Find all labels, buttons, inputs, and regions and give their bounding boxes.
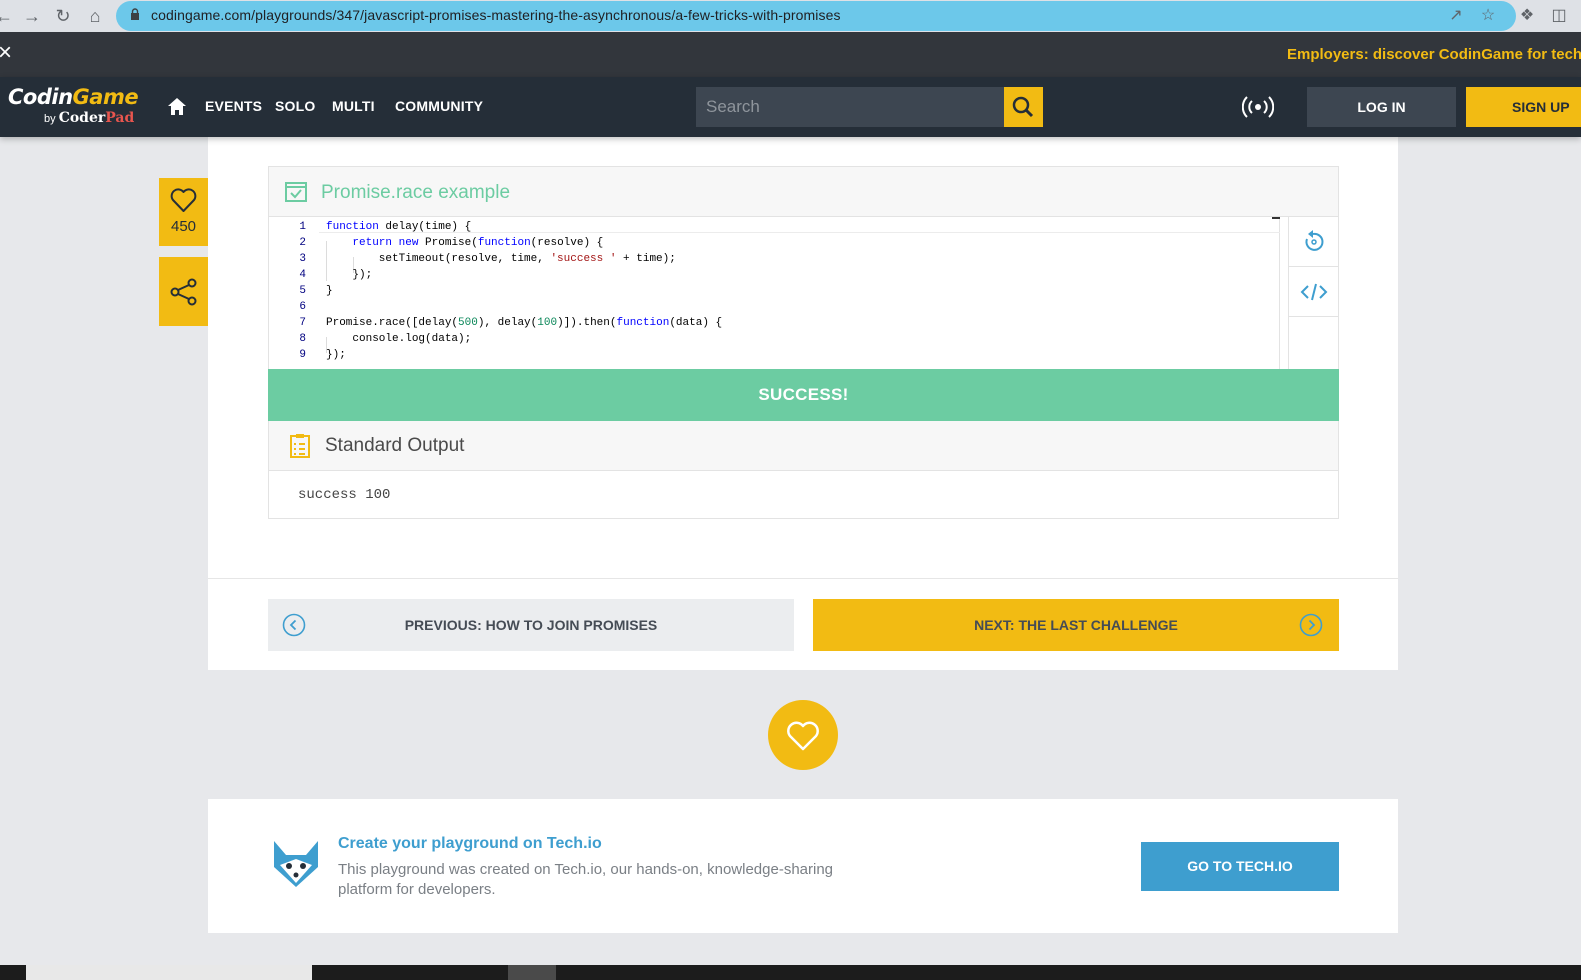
code-editor[interactable]: 1 function delay(time) { 2 return new Pro… (269, 217, 1280, 369)
share-button[interactable] (159, 257, 208, 326)
logo-game: Game (72, 85, 139, 109)
code-line-2: 2 return new Promise(function(resolve) { (269, 235, 603, 251)
taskbar-item[interactable] (26, 965, 312, 980)
heart-icon (170, 188, 197, 212)
checkbox-icon (285, 182, 307, 202)
os-taskbar (0, 965, 1581, 980)
go-to-techio-button[interactable]: GO TO TECH.IO (1141, 842, 1339, 891)
stdout-text: success 100 (298, 487, 391, 503)
code-text: setTimeout(resolve, time, 'success ' + t… (326, 253, 676, 265)
browser-toolbar: ← → ↻ ⌂ codingame.com/playgrounds/347/ja… (0, 0, 1581, 32)
stdout-title: Standard Output (325, 435, 465, 456)
editor-scroll-marker (1272, 217, 1280, 219)
nav-multi[interactable]: MULTI (332, 98, 375, 114)
code-line-8: 8 console.log(data); (269, 331, 471, 347)
main-navbar: CodinGame by CoderPad EVENTS SOLO MULTI … (0, 77, 1581, 137)
back-arrow-icon[interactable]: ← (0, 4, 16, 28)
code-text: function delay(time) { (326, 221, 472, 233)
forward-arrow-icon[interactable]: → (20, 4, 44, 28)
nav-community[interactable]: COMMUNITY (395, 98, 483, 114)
code-line-3: 3 setTimeout(resolve, time, 'success ' +… (269, 251, 675, 267)
chevron-right-icon (1299, 613, 1323, 637)
line-number: 2 (299, 237, 306, 249)
code-text: Promise.race([delay(500), delay(100)]).t… (326, 317, 723, 329)
line-number: 1 (299, 221, 306, 233)
line-number: 8 (299, 333, 306, 345)
search-input[interactable]: Search (696, 87, 1004, 127)
lock-icon (131, 8, 139, 20)
code-text: }); (326, 349, 346, 361)
like-button[interactable]: 450 (159, 178, 208, 246)
code-text: } (326, 285, 333, 297)
like-count: 450 (170, 218, 197, 235)
signup-button[interactable]: SIGN UP (1466, 87, 1581, 127)
chevron-left-icon (282, 613, 306, 637)
techio-promo: Create your playground on Tech.io This p… (208, 799, 1398, 933)
code-line-6: 6 (269, 299, 306, 315)
reset-icon (1305, 230, 1324, 251)
techio-title[interactable]: Create your playground on Tech.io (338, 835, 602, 853)
live-broadcast-icon[interactable] (1242, 95, 1274, 119)
heart-icon (787, 721, 819, 751)
like-playground-button[interactable] (768, 700, 838, 770)
code-text: }); (326, 269, 373, 281)
announcement-bar: × Employers: discover CodinGame for tech… (0, 32, 1581, 77)
logo-coder: Coder (58, 110, 106, 126)
line-number: 5 (299, 285, 306, 297)
reset-code-button[interactable] (1289, 217, 1339, 267)
view-source-button[interactable] (1289, 267, 1339, 317)
code-text: console.log(data); (326, 333, 472, 345)
previous-page-button[interactable]: PREVIOUS: HOW TO JOIN PROMISES (268, 599, 794, 651)
next-page-button[interactable]: NEXT: THE LAST CHALLENGE (813, 599, 1339, 651)
nav-events[interactable]: EVENTS (205, 98, 262, 114)
divider (208, 578, 1398, 579)
clipboard-icon (290, 434, 310, 458)
line-number: 7 (299, 317, 306, 329)
code-icon (1300, 283, 1328, 301)
close-icon[interactable]: × (0, 41, 12, 65)
share-page-icon[interactable]: ↗ (1445, 5, 1467, 27)
code-line-9: 9}); (269, 347, 345, 363)
home-nav-icon[interactable] (166, 96, 188, 118)
logo-by: by (44, 113, 59, 125)
url-text: codingame.com/playgrounds/347/javascript… (151, 7, 841, 23)
code-line-7: 7 Promise.race([delay(500), delay(100)]).… (269, 315, 722, 331)
stdout-header: Standard Output (269, 421, 1338, 471)
home-icon[interactable]: ⌂ (83, 4, 107, 28)
nav-solo[interactable]: SOLO (275, 98, 315, 114)
widget-header: Promise.race example (269, 167, 1338, 217)
editor-tools (1288, 217, 1339, 369)
run-result-banner: SUCCESS! (268, 369, 1339, 421)
code-line-5: 5} (269, 283, 332, 299)
employers-link[interactable]: Employers: discover CodinGame for tech h… (1287, 46, 1581, 63)
code-text: return new Promise(function(resolve) { (352, 237, 604, 249)
widget-title: Promise.race example (321, 182, 511, 203)
taskbar-item[interactable] (508, 965, 556, 980)
login-button[interactable]: LOG IN (1307, 87, 1456, 127)
star-icon[interactable]: ☆ (1477, 5, 1499, 27)
next-label: NEXT: THE LAST CHALLENGE (974, 617, 1178, 633)
logo-byline: by CoderPad (44, 110, 134, 126)
search-button[interactable] (1004, 87, 1043, 127)
line-number: 4 (299, 269, 306, 281)
logo-codin: Codin (8, 85, 73, 109)
logo-pad: Pad (105, 110, 135, 126)
techio-fox-logo (274, 841, 318, 887)
line-number: 6 (299, 301, 306, 313)
code-widget: Promise.race example 1 function delay(tim… (268, 166, 1339, 519)
share-icon (170, 278, 197, 306)
code-line-1: 1 function delay(time) { (269, 219, 471, 235)
reload-icon[interactable]: ↻ (51, 4, 75, 28)
techio-description: This playground was created on Tech.io, … (338, 861, 834, 898)
side-panel-icon[interactable]: ◫ (1548, 5, 1570, 27)
previous-label: PREVIOUS: HOW TO JOIN PROMISES (404, 617, 658, 633)
search-icon (1012, 96, 1034, 118)
codingame-logo[interactable]: CodinGame (8, 85, 139, 109)
line-number: 3 (299, 253, 306, 265)
extensions-icon[interactable]: ❖ (1516, 5, 1538, 27)
code-line-4: 4 }); (269, 267, 372, 283)
line-number: 9 (299, 349, 306, 361)
